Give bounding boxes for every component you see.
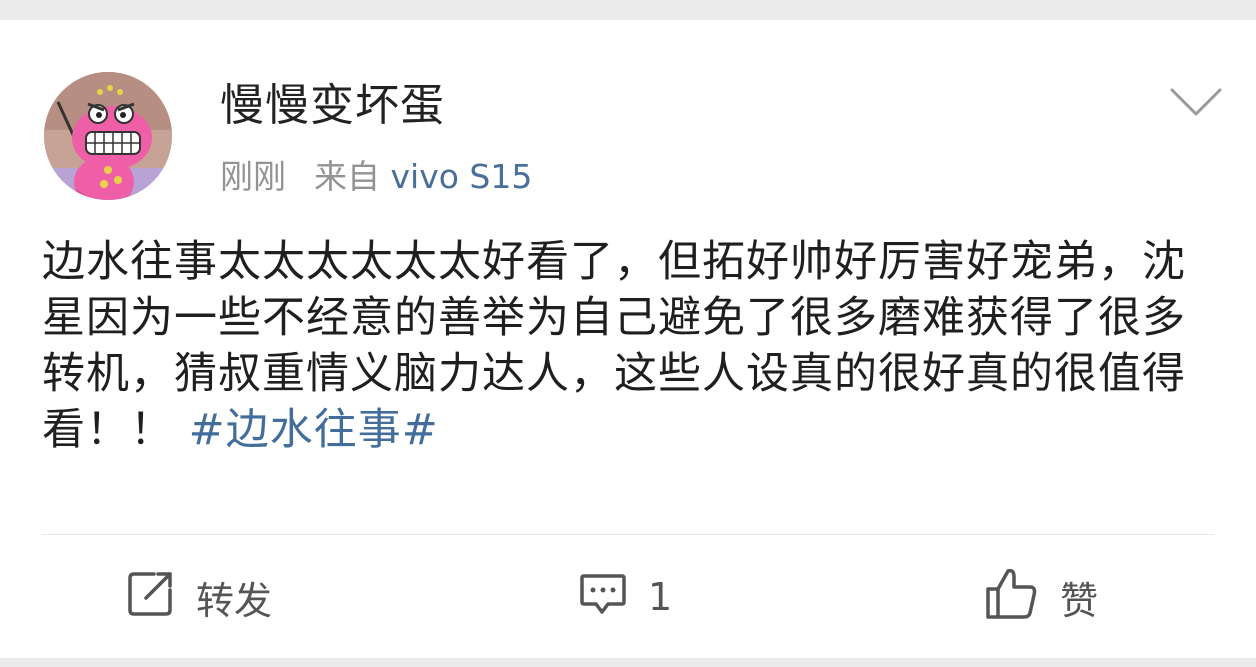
- repost-label: 转发: [196, 578, 273, 623]
- repost-button[interactable]: 转发: [126, 571, 273, 623]
- page: 慢慢变坏蛋 刚刚 来自 vivo S15 边水往事太太太太太太好看了，但拓好帅好厉…: [0, 0, 1256, 667]
- like-button[interactable]: 赞: [984, 568, 1099, 623]
- user-avatar[interactable]: [44, 72, 172, 200]
- username[interactable]: 慢慢变坏蛋: [220, 76, 445, 136]
- post-meta: 刚刚 来自 vivo S15: [220, 154, 532, 200]
- post-content: 边水往事太太太太太太好看了，但拓好帅好厉害好宠弟，沈星因为一些不经意的善举为自己…: [42, 234, 1222, 458]
- comment-count: 1: [648, 575, 673, 619]
- topic-link[interactable]: #边水往事#: [189, 405, 439, 455]
- post-time: 刚刚: [220, 157, 286, 196]
- divider: [42, 534, 1214, 535]
- source-prefix: 来自: [314, 157, 380, 196]
- repost-icon: [126, 568, 176, 627]
- comment-button[interactable]: 1: [578, 572, 672, 622]
- comment-icon: [578, 568, 628, 627]
- like-label: 赞: [1060, 578, 1099, 623]
- chevron-down-icon[interactable]: [1166, 82, 1226, 122]
- thumbs-up-icon: [984, 565, 1040, 630]
- pink-crocodile-avatar-icon: [44, 72, 172, 200]
- device-source[interactable]: vivo S15: [391, 157, 533, 196]
- weibo-post-card: 慢慢变坏蛋 刚刚 来自 vivo S15 边水往事太太太太太太好看了，但拓好帅好厉…: [0, 20, 1256, 658]
